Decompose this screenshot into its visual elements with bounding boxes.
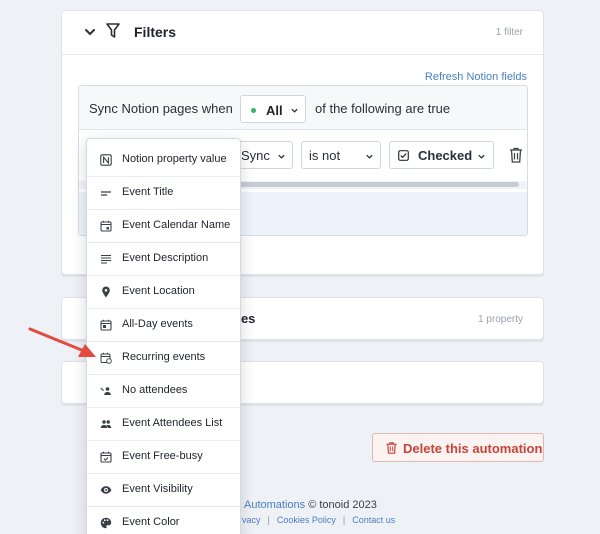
dropdown-item-label: Event Title	[122, 186, 174, 198]
calendar-repeat-icon	[100, 352, 112, 364]
operator-select-value: is not	[309, 148, 341, 163]
following-true-label: of the following are true	[315, 101, 451, 116]
short-text-icon	[101, 191, 111, 196]
chevron-down-icon[interactable]	[84, 26, 96, 38]
filter-funnel-icon	[106, 23, 120, 38]
dropdown-item-label: Recurring events	[122, 351, 206, 363]
footer-separator: |	[267, 515, 270, 525]
dropdown-item-label: Event Attendees List	[122, 417, 223, 429]
dropdown-item-event-title[interactable]: Event Title	[87, 177, 240, 210]
dropdown-item-recurring-events[interactable]: Recurring events	[87, 342, 240, 375]
calendar-icon	[100, 220, 112, 232]
footer-copyright-text: © tonoid 2023	[305, 499, 377, 511]
notion-icon	[100, 154, 112, 166]
filter-count: 1 filter	[495, 27, 523, 38]
dropdown-item-label: Event Free-busy	[122, 450, 203, 462]
dropdown-item-no-attendees[interactable]: No attendees	[87, 375, 240, 408]
dropdown-item-label: Event Visibility	[122, 483, 193, 495]
dropdown-item-event-description[interactable]: Event Description	[87, 243, 240, 276]
calendar-busy-icon	[100, 451, 112, 463]
checkbox-checked-icon	[398, 150, 409, 161]
privacy-link[interactable]: vacy	[242, 515, 261, 525]
dropdown-item-label: No attendees	[122, 384, 188, 396]
delete-automation-label: Delete this automation	[403, 441, 543, 456]
contact-us-link[interactable]: Contact us	[352, 515, 395, 525]
dropdown-item-label: Event Location	[122, 285, 195, 297]
dropdown-item-event-visibility[interactable]: Event Visibility	[87, 474, 240, 507]
value-select-value: Checked	[418, 148, 473, 163]
filters-title: Filters	[134, 24, 177, 40]
dropdown-item-event-attendees-list[interactable]: Event Attendees List	[87, 408, 240, 441]
dropdown-item-label: Event Description	[122, 252, 209, 264]
scrollbar-thumb[interactable]	[229, 182, 519, 187]
trash-icon	[386, 442, 397, 454]
footer-brand-link[interactable]: Automations	[244, 499, 305, 511]
people-off-icon	[100, 387, 111, 395]
chevron-down-icon	[291, 108, 298, 113]
location-pin-icon	[102, 286, 110, 298]
delete-automation-button[interactable]: Delete this automation	[372, 433, 544, 462]
sync-pages-label: Sync Notion pages when	[89, 101, 233, 116]
dropdown-item-label: Event Color	[122, 516, 180, 528]
long-text-icon	[101, 254, 111, 264]
dropdown-item-event-color[interactable]: Event Color	[87, 507, 240, 534]
chevron-down-icon	[366, 154, 373, 159]
dropdown-item-event-free-busy[interactable]: Event Free-busy	[87, 441, 240, 474]
footer-links: vacy | Cookies Policy | Contact us	[242, 515, 395, 525]
eye-icon	[100, 486, 112, 494]
calendar-day-icon	[100, 319, 112, 331]
dropdown-item-label: All-Day events	[122, 318, 193, 330]
match-mode-value: All	[266, 103, 283, 118]
chevron-down-icon	[278, 154, 285, 159]
refresh-notion-fields-link[interactable]: Refresh Notion fields	[425, 71, 527, 83]
property-count: 1 property	[477, 314, 523, 325]
footer-separator: |	[342, 515, 346, 525]
filters-header[interactable]: Filters 1 filter	[62, 11, 543, 55]
palette-icon	[100, 517, 112, 529]
dropdown-item-event-calendar-name[interactable]: Event Calendar Name	[87, 210, 240, 243]
dropdown-item-all-day-events[interactable]: All-Day events	[87, 309, 240, 342]
value-select[interactable]: Checked	[389, 141, 494, 169]
annotation-arrow-icon	[28, 327, 96, 357]
dropdown-item-event-location[interactable]: Event Location	[87, 276, 240, 309]
people-icon	[100, 420, 112, 428]
dropdown-item-notion-property-value[interactable]: Notion property value	[87, 144, 240, 177]
dropdown-item-label: Notion property value	[122, 153, 227, 165]
property-select-value: Sync	[241, 148, 270, 163]
match-mode-select[interactable]: All	[240, 95, 306, 123]
dropdown-item-label: Event Calendar Name	[122, 219, 231, 231]
cookies-policy-link[interactable]: Cookies Policy	[277, 515, 336, 525]
status-dot	[251, 108, 256, 113]
operator-select[interactable]: is not	[301, 141, 381, 169]
footer-copyright: Automations © tonoid 2023	[244, 499, 377, 511]
property-type-dropdown: Notion property value Event Title Event …	[86, 138, 241, 534]
chevron-down-icon	[478, 154, 485, 159]
trash-icon[interactable]	[509, 147, 523, 163]
filter-group-header: Sync Notion pages when All of the follow…	[79, 86, 527, 130]
